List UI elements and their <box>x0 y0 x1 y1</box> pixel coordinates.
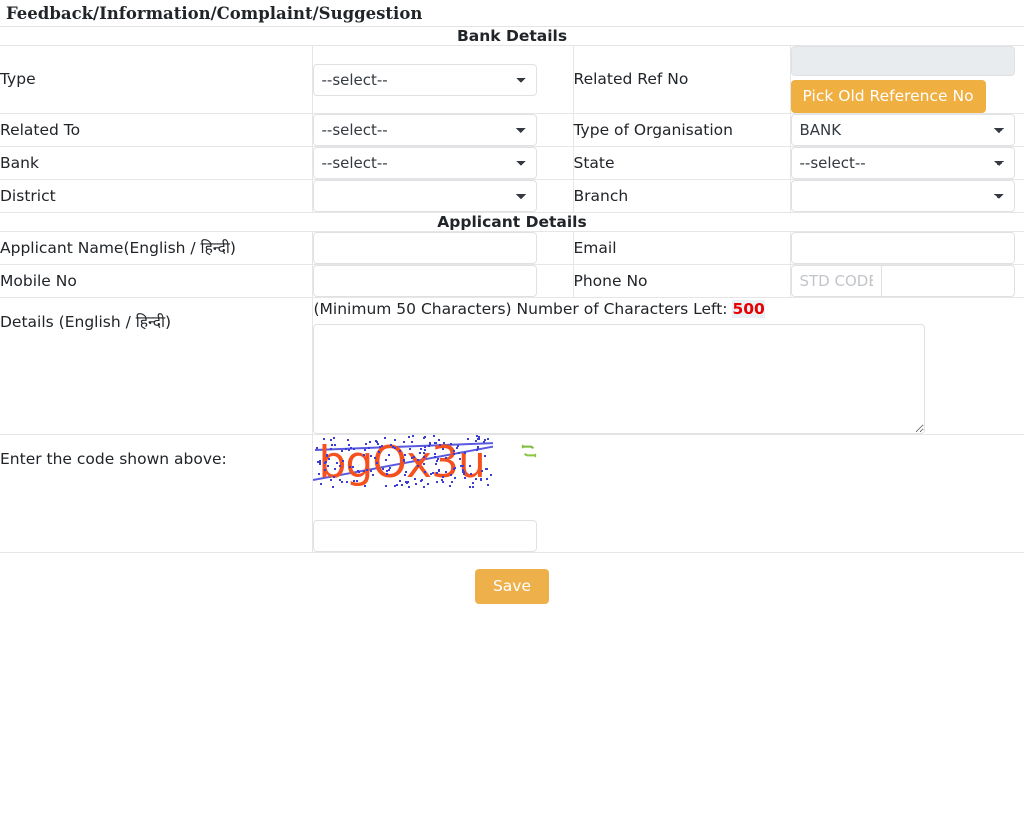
characters-left-prefix: (Minimum 50 Characters) Number of Charac… <box>313 300 733 318</box>
type-of-organisation-cell: BANK <box>790 113 1024 147</box>
details-textarea[interactable] <box>312 324 925 434</box>
type-of-organisation-select[interactable]: BANK <box>790 114 1015 146</box>
table-row: Mobile No Phone No <box>0 264 1024 298</box>
table-row: Bank --select-- State --select-- <box>0 146 1024 180</box>
details-cell: (Minimum 50 Characters) Number of Charac… <box>312 297 1024 435</box>
table-row-captcha: Enter the code shown above: bgOx3u <box>0 434 1024 553</box>
characters-left-count: 500 <box>732 300 765 318</box>
refresh-icon[interactable] <box>519 441 539 465</box>
bank-field-cell: --select-- <box>312 146 574 180</box>
applicant-name-input[interactable] <box>312 232 537 264</box>
captcha-label: Enter the code shown above: <box>0 434 313 553</box>
bank-select[interactable]: --select-- <box>312 147 537 179</box>
phone-no-label: Phone No <box>573 264 791 298</box>
phone-number-input[interactable] <box>880 265 1015 297</box>
captcha-code-text: bgOx3u <box>318 437 486 488</box>
std-code-input[interactable] <box>790 265 881 297</box>
phone-input-group <box>790 265 1024 297</box>
email-input[interactable] <box>790 232 1015 264</box>
related-to-select[interactable]: --select-- <box>312 114 537 146</box>
related-ref-no-label: Related Ref No <box>573 45 791 114</box>
branch-label: Branch <box>573 179 791 213</box>
section-heading-row-bank: Bank Details <box>0 27 1024 46</box>
email-label: Email <box>573 231 791 265</box>
branch-select[interactable] <box>790 180 1015 212</box>
state-cell: --select-- <box>790 146 1024 180</box>
save-row: Save <box>0 553 1024 604</box>
related-to-label: Related To <box>0 113 313 147</box>
section-heading-row-applicant: Applicant Details <box>0 212 1024 232</box>
applicant-details-heading: Applicant Details <box>0 212 1024 232</box>
related-ref-no-input <box>790 46 1015 76</box>
mobile-no-field-cell <box>312 264 574 298</box>
table-row: Type --select-- Related Ref No Pick Old … <box>0 45 1024 114</box>
table-row: Applicant Name(English / हिन्दी) Email <box>0 231 1024 265</box>
table-row-details: Details (English / हिन्दी) (Minimum 50 C… <box>0 297 1024 435</box>
type-field-cell: --select-- <box>312 45 574 114</box>
phone-no-cell <box>790 264 1024 298</box>
applicant-name-field-cell <box>312 231 574 265</box>
captcha-row: bgOx3u <box>312 435 1024 489</box>
type-of-organisation-label: Type of Organisation <box>573 113 791 147</box>
mobile-no-label: Mobile No <box>0 264 313 298</box>
details-label: Details (English / हिन्दी) <box>0 297 313 435</box>
characters-left-note: (Minimum 50 Characters) Number of Charac… <box>313 298 1024 324</box>
district-field-cell <box>312 179 574 213</box>
branch-cell <box>790 179 1024 213</box>
captcha-image: bgOx3u <box>312 435 493 489</box>
applicant-name-label: Applicant Name(English / हिन्दी) <box>0 231 313 265</box>
district-select[interactable] <box>312 180 537 212</box>
table-row: District Branch <box>0 179 1024 213</box>
related-to-field-cell: --select-- <box>312 113 574 147</box>
table-row: Related To --select-- Type of Organisati… <box>0 113 1024 147</box>
email-cell <box>790 231 1024 265</box>
captcha-input[interactable] <box>312 520 537 552</box>
type-label: Type <box>0 45 313 114</box>
state-label: State <box>573 146 791 180</box>
form-page: Feedback/Information/Complaint/Suggestio… <box>0 0 1024 832</box>
type-select[interactable]: --select-- <box>312 63 537 96</box>
district-label: District <box>0 179 313 213</box>
captcha-input-wrapper <box>312 520 1024 552</box>
bank-details-heading: Bank Details <box>0 27 1024 46</box>
bank-label: Bank <box>0 146 313 180</box>
state-select[interactable]: --select-- <box>790 147 1015 179</box>
pick-old-reference-no-button[interactable]: Pick Old Reference No <box>790 80 986 113</box>
page-title: Feedback/Information/Complaint/Suggestio… <box>0 0 1024 27</box>
save-button[interactable]: Save <box>474 569 550 604</box>
mobile-no-input[interactable] <box>312 265 537 297</box>
feedback-form-table: Bank Details Type --select-- Related Ref… <box>0 27 1024 553</box>
captcha-cell: bgOx3u <box>312 434 1024 553</box>
related-ref-no-cell: Pick Old Reference No <box>790 45 1024 114</box>
